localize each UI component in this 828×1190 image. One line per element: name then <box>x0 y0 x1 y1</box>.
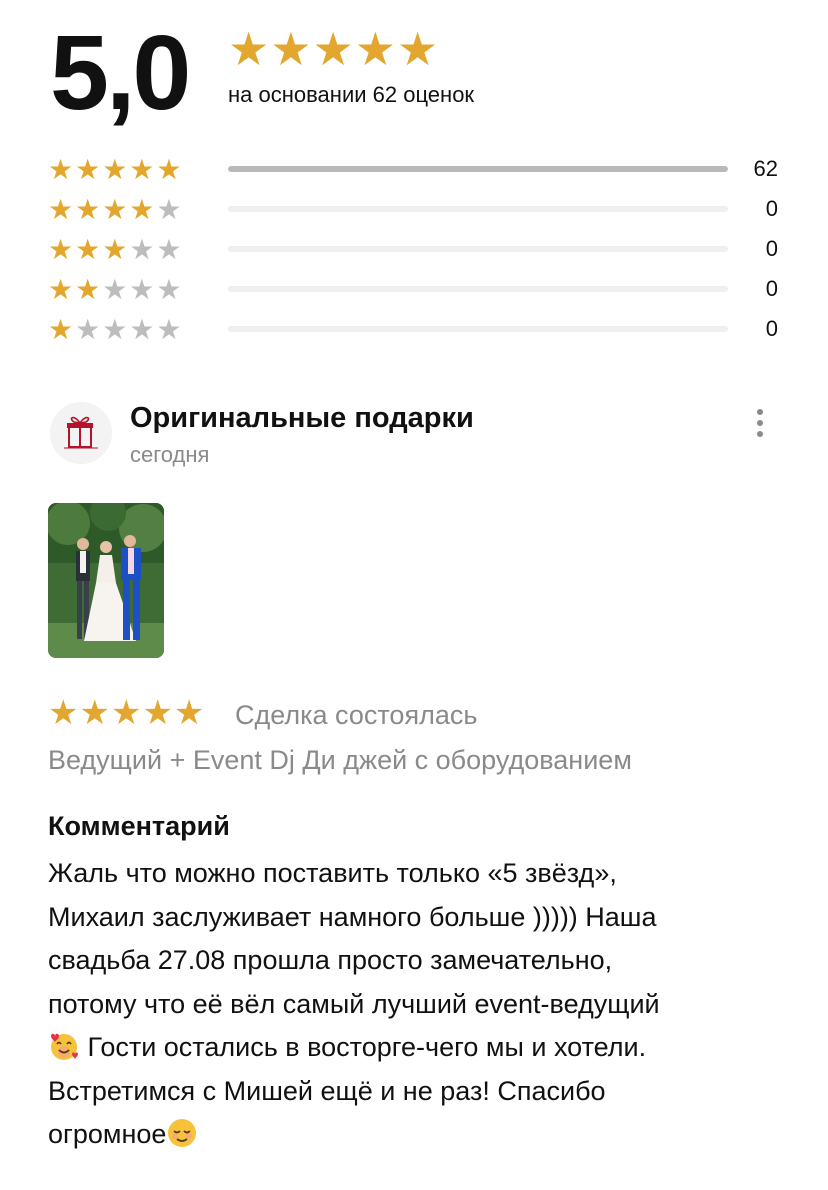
comment-line: потому что её вёл самый лучший event-вед… <box>48 988 660 1019</box>
stars-inactive: ★★★ <box>102 274 184 305</box>
distribution-row-3: ★★★★★ 0 <box>48 230 788 270</box>
average-stars: ★★★★★ <box>228 23 440 75</box>
stars-active: ★ <box>48 314 76 345</box>
review-date: сегодня <box>130 442 210 467</box>
avatar[interactable] <box>50 402 112 464</box>
review-photo[interactable] <box>48 503 164 658</box>
stars-active: ★★★ <box>48 234 130 265</box>
comment-line: Гости остались в восторге-чего мы и хоте… <box>80 1032 647 1062</box>
distribution-count: 0 <box>765 236 778 261</box>
comment-label: Комментарий <box>48 811 230 841</box>
distribution-bar <box>228 206 728 212</box>
distribution-count: 0 <box>765 316 778 341</box>
distribution-bar <box>228 326 728 332</box>
deal-status: Сделка состоялась <box>235 700 478 730</box>
distribution-stars: ★★★★★ <box>48 312 184 348</box>
relieved-face-emoji <box>168 1119 197 1147</box>
comment-line: огромное <box>48 1119 167 1149</box>
rating-distribution: ★★★★★ 62 ★★★★★ 0 ★★★★★ 0 ★★★★★ 0 ★★★★★ 0 <box>48 150 788 350</box>
distribution-stars: ★★★★★ <box>48 192 184 228</box>
rating-summary: 5,0 ★★★★★ на основании 62 оценок <box>50 18 790 128</box>
distribution-bar <box>228 246 728 252</box>
service-name[interactable]: Ведущий + Event Dj Ди джей с оборудовани… <box>48 742 632 778</box>
more-options-icon[interactable] <box>750 406 770 440</box>
rating-count-note: на основании 62 оценок <box>228 82 475 107</box>
distribution-row-2: ★★★★★ 0 <box>48 270 788 310</box>
wedding-photo <box>48 503 164 658</box>
distribution-stars: ★★★★★ <box>48 232 184 268</box>
review-header: Оригинальные подарки сегодня <box>50 400 780 470</box>
comment-line-with-emoji: огромное <box>48 1113 788 1157</box>
distribution-count: 0 <box>765 276 778 301</box>
comment-line: Михаил заслуживает намного больше ))))) … <box>48 901 657 932</box>
smiling-face-with-hearts-emoji <box>51 1033 78 1060</box>
distribution-row-4: ★★★★★ 0 <box>48 190 788 230</box>
gift-logo-icon <box>50 402 112 464</box>
distribution-stars: ★★★★★ <box>48 152 184 188</box>
distribution-bar-fill <box>228 166 728 172</box>
stars-active: ★★★★★ <box>48 154 184 185</box>
comment-line: Жаль что можно поставить только «5 звёзд… <box>48 858 617 888</box>
stars-active: ★★ <box>48 274 103 305</box>
distribution-count: 0 <box>765 196 778 221</box>
review-rating: ★★★★★ Сделка состоялась <box>48 694 788 734</box>
stars-active: ★★★★ <box>48 194 157 225</box>
stars-inactive: ★★★★ <box>75 314 184 345</box>
distribution-bar <box>228 286 728 292</box>
review-stars: ★★★★★ <box>48 694 206 732</box>
comment-line: Встретимся с Мишей ещё и не раз! Спасибо <box>48 1075 606 1106</box>
distribution-row-1: ★★★★★ 0 <box>48 310 788 350</box>
comment-line-with-emoji: Гости остались в восторге-чего мы и хоте… <box>48 1026 788 1070</box>
comment-text: Жаль что можно поставить только «5 звёзд… <box>48 852 788 1157</box>
distribution-stars: ★★★★★ <box>48 272 184 308</box>
distribution-row-5: ★★★★★ 62 <box>48 150 788 190</box>
distribution-count: 62 <box>753 156 778 181</box>
stars-inactive: ★ <box>156 194 184 225</box>
comment-line: свадьба 27.08 прошла просто замечательно… <box>48 945 613 975</box>
distribution-bar <box>228 166 728 172</box>
average-score: 5,0 <box>50 14 191 132</box>
review-author[interactable]: Оригинальные подарки <box>130 400 474 436</box>
stars-inactive: ★★ <box>129 234 184 265</box>
